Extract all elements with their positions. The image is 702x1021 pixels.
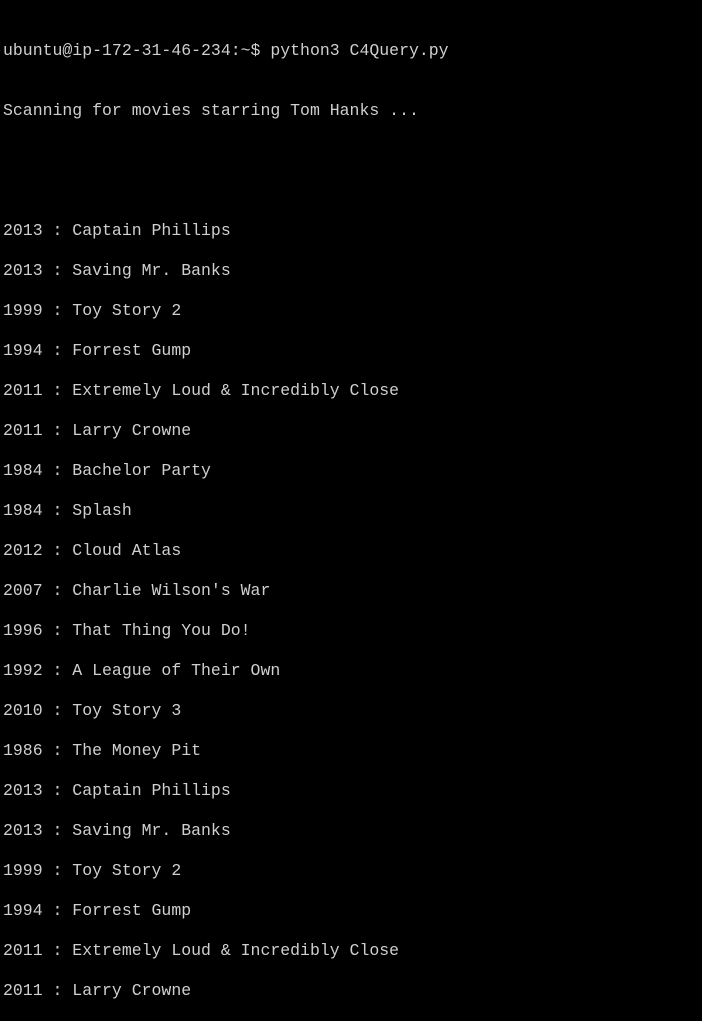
terminal-window[interactable]: ubuntu@ip-172-31-46-234:~$ python3 C4Que…	[0, 0, 702, 1000]
result-line: 2011 : Extremely Loud & Incredibly Close	[3, 381, 400, 400]
result-line: 2007 : Charlie Wilson's War	[3, 581, 271, 600]
result-line: 2013 : Captain Phillips	[3, 781, 231, 800]
result-line: 2013 : Captain Phillips	[3, 221, 231, 240]
result-line: 1996 : That Thing You Do!	[3, 621, 251, 640]
result-line: 2012 : Cloud Atlas	[3, 541, 182, 560]
result-line: 2010 : Toy Story 3	[3, 701, 182, 720]
command-prompt-line: ubuntu@ip-172-31-46-234:~$ python3 C4Que…	[3, 41, 449, 60]
result-line: 2011 : Larry Crowne	[3, 981, 192, 1000]
result-line: 1994 : Forrest Gump	[3, 901, 192, 920]
result-line: 2011 : Larry Crowne	[3, 421, 192, 440]
result-line: 2011 : Extremely Loud & Incredibly Close	[3, 941, 400, 960]
result-line: 1984 : Bachelor Party	[3, 461, 211, 480]
results-output: 2013 : Captain Phillips 2013 : Saving Mr.…	[3, 221, 702, 1001]
result-line: 1984 : Splash	[3, 501, 132, 520]
result-line: 1999 : Toy Story 2	[3, 301, 182, 320]
result-line: 2013 : Saving Mr. Banks	[3, 261, 231, 280]
result-line: 1992 : A League of Their Own	[3, 661, 281, 680]
status-line: Scanning for movies starring Tom Hanks .…	[3, 101, 419, 120]
result-line: 1999 : Toy Story 2	[3, 861, 182, 880]
result-line: 1986 : The Money Pit	[3, 741, 202, 760]
result-line: 1994 : Forrest Gump	[3, 341, 192, 360]
result-line: 2013 : Saving Mr. Banks	[3, 821, 231, 840]
